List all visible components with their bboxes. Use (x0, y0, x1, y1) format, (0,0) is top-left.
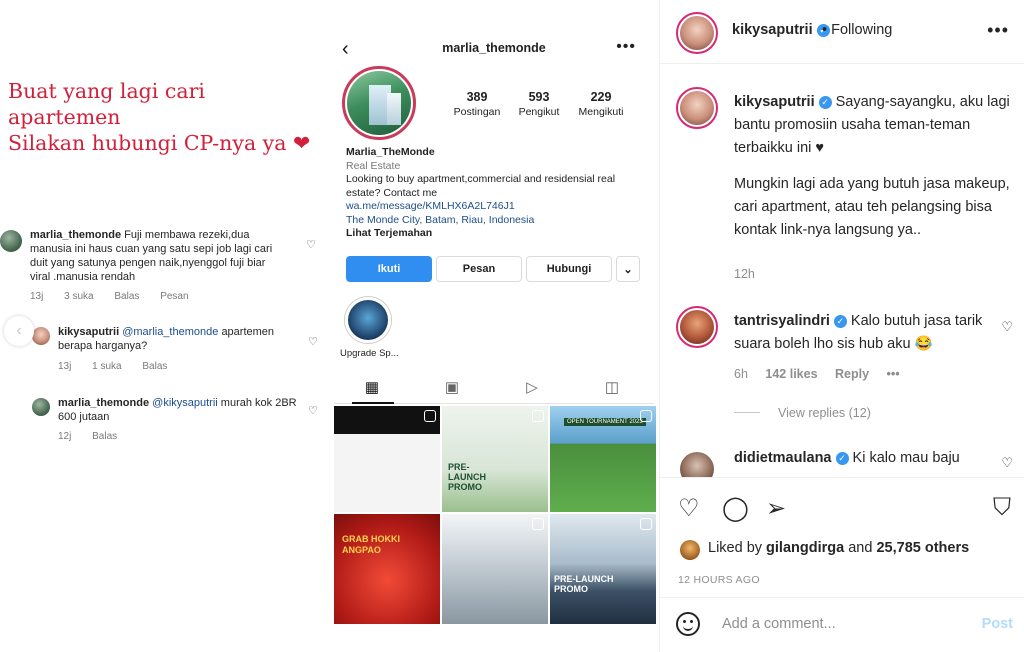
comment: didietmaulana ✓ Ki kalo mau baju (734, 450, 960, 466)
comment-username[interactable]: tantrisyalindri (734, 313, 830, 329)
liker-avatar[interactable] (680, 540, 700, 560)
author-username[interactable]: kikysaputrii ✓ (732, 22, 830, 38)
comments-section: kikysaputrii ✓ Sayang-sayangku, aku lagi … (660, 65, 1024, 477)
caption-time: 12h (734, 267, 755, 281)
message-button: Pesan (436, 256, 522, 282)
grid-post (442, 514, 548, 624)
like-comment-heart-icon[interactable]: ♡ (1001, 455, 1013, 471)
caption-paragraph: Mungkin lagi ada yang butuh jasa makeup,… (734, 176, 1010, 238)
post-actions: ♡ ◯ ➢ ⛉ Liked by gilangdirga and 25,785 … (660, 477, 1024, 652)
reel-icon (640, 518, 652, 530)
following-button[interactable]: • Following (822, 22, 892, 38)
more-options-icon: ••• (616, 38, 636, 55)
view-replies-button[interactable]: View replies (12) (734, 406, 871, 420)
profile-header: ‹ marlia_themonde ••• (334, 38, 654, 60)
dropdown-button: ⌄ (616, 256, 640, 282)
grid-post: PRE- LAUNCH PROMO (442, 406, 548, 512)
comment-avatar[interactable] (676, 306, 718, 348)
comment-more-button[interactable]: ••• (887, 367, 900, 381)
follow-button: Ikuti (346, 256, 432, 282)
avatar (32, 327, 50, 345)
profile-screenshot: ‹ marlia_themonde ••• 389 Postingan 593 … (334, 30, 656, 630)
grid-post: PRE-LAUNCH PROMO (550, 514, 656, 624)
like-heart-icon[interactable]: ♡ (678, 494, 700, 523)
caption-username[interactable]: kikysaputrii (734, 94, 815, 110)
post-panel: kikysaputrii ✓ • Following ••• kikysaputr… (659, 0, 1024, 652)
headline-text: Buat yang lagi cari apartemen Silakan hu… (8, 79, 311, 155)
comment-icon[interactable]: ◯ (722, 494, 749, 523)
contact-button: Hubungi (526, 256, 612, 282)
add-comment-bar: Add a comment... Post (660, 597, 1024, 652)
comment: tantrisyalindri ✓ Kalo butuh jasa tarik s… (734, 313, 983, 352)
highlight-label: Upgrade Sp... (340, 348, 399, 359)
heart-icon: ♡ (306, 239, 316, 251)
reply-button[interactable]: Reply (835, 367, 869, 381)
media-comment: marlia_themonde @kikysaputrii murah kok … (32, 396, 322, 446)
profile-tabs: ▦ ▣ ▷ ◫ (334, 374, 654, 404)
reels-icon: ▣ (444, 379, 460, 396)
comment-meta: 6h 142 likes Reply ••• (734, 367, 900, 381)
carousel-icon (532, 518, 544, 530)
avatar (0, 230, 22, 252)
post-grid: PRE- LAUNCH PROMO OPEN TOURNAMENT 2023 G… (334, 406, 656, 628)
heart-icon: ❤ (293, 131, 311, 155)
post-comment-button[interactable]: Post (982, 616, 1013, 632)
save-bookmark-icon[interactable]: ⛉ (993, 494, 1011, 522)
profile-avatar (342, 66, 416, 140)
avatar (32, 398, 50, 416)
stat-following: 229 Mengikuti (578, 90, 624, 118)
media-comment: kikysaputrii @marlia_themonde apartemen … (32, 325, 322, 375)
post-header: kikysaputrii ✓ • Following ••• (660, 0, 1024, 64)
grid-post: GRAB HOKKI ANGPAO (334, 514, 440, 624)
verified-icon: ✓ (818, 96, 832, 109)
caption: kikysaputrii ✓ Sayang-sayangku, aku lagi … (734, 94, 1010, 156)
comment-input[interactable]: Add a comment... (722, 616, 836, 632)
profile-username: marlia_themonde (442, 41, 546, 55)
comment-avatar[interactable] (676, 448, 718, 477)
story-highlight (344, 296, 392, 344)
caption-avatar[interactable] (676, 87, 718, 129)
like-comment-heart-icon[interactable]: ♡ (1001, 319, 1013, 335)
heart-icon: ♡ (308, 336, 318, 348)
play-icon: ▷ (526, 379, 538, 396)
previous-media-button[interactable]: ‹ (4, 316, 34, 346)
heart-icon: ♡ (308, 405, 318, 417)
verified-icon: ✓ (833, 315, 847, 328)
grid-post (334, 406, 440, 512)
post-media: Buat yang lagi cari apartemen Silakan hu… (0, 0, 659, 652)
reel-icon (424, 410, 436, 422)
author-avatar[interactable] (676, 12, 718, 54)
reel-icon (640, 410, 652, 422)
media-comment: marlia_themonde Fuji membawa rezeki,dua … (0, 228, 322, 308)
more-options-button[interactable]: ••• (987, 20, 1009, 41)
post-date: 12 HOURS AGO (678, 574, 760, 586)
emoji-icon[interactable] (676, 612, 700, 636)
grid-post: OPEN TOURNAMENT 2023 (550, 406, 656, 512)
share-icon[interactable]: ➢ (766, 494, 786, 523)
comment-username[interactable]: didietmaulana (734, 450, 832, 466)
verified-icon: ✓ (835, 452, 849, 465)
tagged-icon: ◫ (604, 379, 620, 396)
liked-by[interactable]: Liked by gilangdirga and 25,785 others (708, 540, 969, 556)
reel-icon (532, 410, 544, 422)
profile-bio: Marlia_TheMonde Real Estate Looking to b… (346, 146, 616, 239)
comment-likes[interactable]: 142 likes (765, 367, 817, 381)
grid-icon: ▦ (364, 379, 380, 396)
